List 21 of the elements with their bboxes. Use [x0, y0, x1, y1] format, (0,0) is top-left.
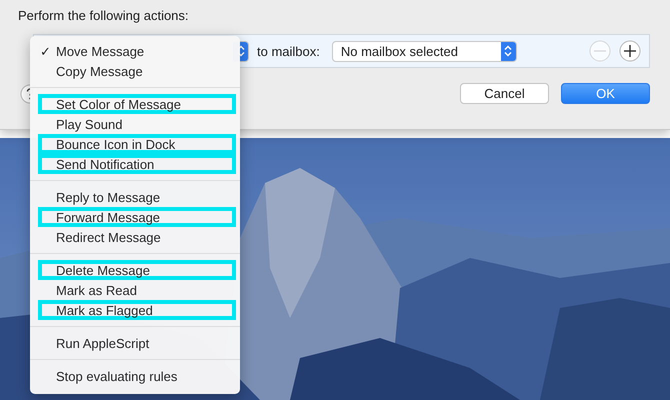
menu-item[interactable]: Reply to Message	[38, 187, 236, 207]
menu-item[interactable]: Mark as Read	[38, 280, 236, 300]
menu-item[interactable]: Play Sound	[38, 114, 236, 134]
menu-item[interactable]: Delete Message	[38, 260, 236, 280]
menu-item[interactable]: Set Color of Message	[38, 94, 236, 114]
menu-item[interactable]: Forward Message	[38, 207, 236, 227]
menu-item[interactable]: Redirect Message	[38, 227, 236, 247]
cancel-button[interactable]: Cancel	[460, 83, 549, 104]
menu-item[interactable]: Copy Message	[38, 61, 236, 81]
add-button[interactable]	[619, 40, 641, 62]
menu-item[interactable]: Stop evaluating rules	[38, 366, 236, 386]
menu-item[interactable]: ✓ Move Message	[38, 41, 236, 61]
menu-item[interactable]: Run AppleScript	[38, 333, 236, 353]
menu-item[interactable]: Send Notification	[38, 154, 236, 174]
mailbox-popup[interactable]: No mailbox selected	[332, 40, 517, 62]
menu-item[interactable]: Bounce Icon in Dock	[38, 134, 236, 154]
to-mailbox-label: to mailbox:	[257, 44, 320, 58]
menu-item[interactable]: Mark as Flagged	[38, 300, 236, 320]
check-icon: ✓	[40, 44, 51, 58]
stepper-icon	[500, 42, 516, 60]
actions-heading: Perform the following actions:	[18, 8, 190, 23]
